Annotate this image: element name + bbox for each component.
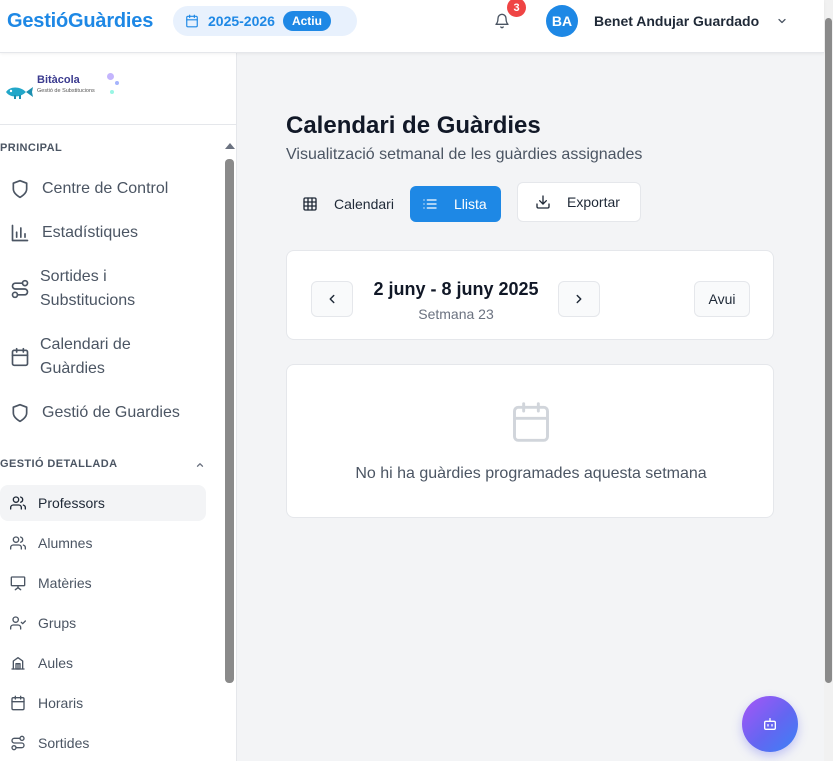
sidebar-item-label: Grups [38,615,77,631]
main-scrollbar-thumb[interactable] [825,18,832,683]
bot-icon [764,718,776,730]
sidebar-item-label: Gestió de Guardies [42,404,180,421]
view-calendar-button[interactable]: Calendari [290,186,410,222]
sidebar-item-estadistiques[interactable]: Estadístiques [10,221,138,245]
sidebar-item-alumnes[interactable]: Alumnes [0,525,206,561]
page-title: Calendari de Guàrdies [286,112,541,139]
download-icon [536,195,550,209]
sidebar-scrollbar[interactable] [224,143,236,761]
week-navigator: 2 juny - 8 juny 2025 Setmana 23 Avui [286,250,774,340]
grid-icon [303,197,317,211]
sidebar-item-horaris[interactable]: Horaris [0,685,206,721]
user-check-icon [10,616,26,630]
logo-title: Bitàcola [37,74,80,86]
sidebar-item-materies[interactable]: Matèries [0,565,206,601]
route-icon [11,735,25,751]
assistant-bot-button[interactable] [742,696,798,752]
sidebar: Bitàcola Gestió de Substitucions PRINCIP… [0,53,237,761]
users-icon [10,496,26,510]
notification-count-badge: 3 [507,0,526,17]
sidebar-item-grups[interactable]: Grups [0,605,206,641]
sidebar-item-label: Substitucions [40,292,136,309]
next-week-button[interactable] [558,281,600,317]
presentation-icon [10,576,26,591]
top-bar: GestióGuàrdies 2025-2026 Actiu 3 BA Bene… [0,0,824,53]
user-avatar[interactable]: BA [546,5,578,37]
bell-icon[interactable] [494,13,510,29]
sidebar-scrollbar-thumb[interactable] [225,159,234,683]
main-scrollbar[interactable] [824,0,833,761]
chevron-left-icon [329,294,335,304]
sidebar-item-label: Horaris [38,695,84,711]
week-range: 2 juny - 8 juny 2025 [373,279,539,299]
fish-logo-icon [6,87,33,99]
logo-subtitle: Gestió de Substitucions [37,88,95,94]
sidebar-item-label: Alumnes [38,535,93,551]
sidebar-item-label: Matèries [38,575,92,591]
week-number: Setmana 23 [418,306,494,322]
section-label-gestio-detallada[interactable]: GESTIÓ DETALLADA [0,458,117,470]
sidebar-item-label: Calendari de [40,336,131,353]
sidebar-item-label: Sortides i [40,268,107,285]
app-brand[interactable]: GestióGuàrdies [7,10,153,33]
view-list-button[interactable]: Llista [410,186,501,222]
shield-icon [12,179,28,199]
list-icon [423,199,437,209]
logo-dot [115,81,119,85]
empty-message: No hi ha guàrdies programades aquesta se… [355,465,707,482]
page-subtitle: Visualització setmanal de les guàrdies a… [286,146,643,163]
calendar-icon [11,695,25,711]
academic-year-label: 2025-2026 [208,13,275,29]
export-label: Exportar [567,194,620,210]
sidebar-item-label: Sortides [38,735,90,751]
year-status-badge: Actiu [282,11,331,31]
sidebar-logo[interactable]: Bitàcola Gestió de Substitucions [0,53,236,125]
sidebar-item-label: Professors [38,495,105,511]
sidebar-item-label: Aules [38,655,74,671]
sidebar-item-centre-de-control[interactable]: Centre de Control [10,177,168,201]
users-icon [10,536,26,550]
user-name[interactable]: Benet Andujar Guardado [594,13,759,29]
sidebar-item-calendari-guardies[interactable]: Calendari de Guàrdies [10,333,131,381]
calendar-icon [186,14,198,28]
view-list-label: Llista [454,196,487,212]
route-icon [11,279,29,299]
scroll-up-arrow-icon[interactable] [225,143,235,149]
shield-icon [12,403,28,423]
view-calendar-label: Calendari [334,196,394,212]
section-label-principal: PRINCIPAL [0,142,63,154]
previous-week-button[interactable] [311,281,353,317]
export-button[interactable]: Exportar [517,182,641,222]
calendar-icon [513,402,549,442]
sidebar-item-label: Centre de Control [42,180,169,197]
sidebar-item-professors[interactable]: Professors [0,485,206,521]
sidebar-item-aules[interactable]: Aules [0,645,206,681]
logo-dot [110,90,114,94]
today-button[interactable]: Avui [694,281,750,317]
chevron-down-icon[interactable] [776,15,788,27]
logo-dot [107,73,114,80]
building-icon [11,657,25,670]
bar-chart-icon [11,224,29,242]
chevron-right-icon [576,294,582,304]
sidebar-item-label: Guàrdies [40,360,105,377]
academic-year-selector[interactable]: 2025-2026 Actiu [173,6,357,36]
sidebar-item-sortides[interactable]: Sortides [0,725,206,761]
sidebar-item-sortides-substitucions[interactable]: Sortides i Substitucions [10,265,135,313]
chevron-up-icon[interactable] [195,460,205,470]
empty-state: No hi ha guàrdies programades aquesta se… [286,364,774,518]
sidebar-item-gestio-guardies[interactable]: Gestió de Guardies [10,401,180,425]
sidebar-item-label: Estadístiques [42,224,139,241]
calendar-icon [11,347,29,367]
view-toggle: Calendari Llista [286,182,505,226]
